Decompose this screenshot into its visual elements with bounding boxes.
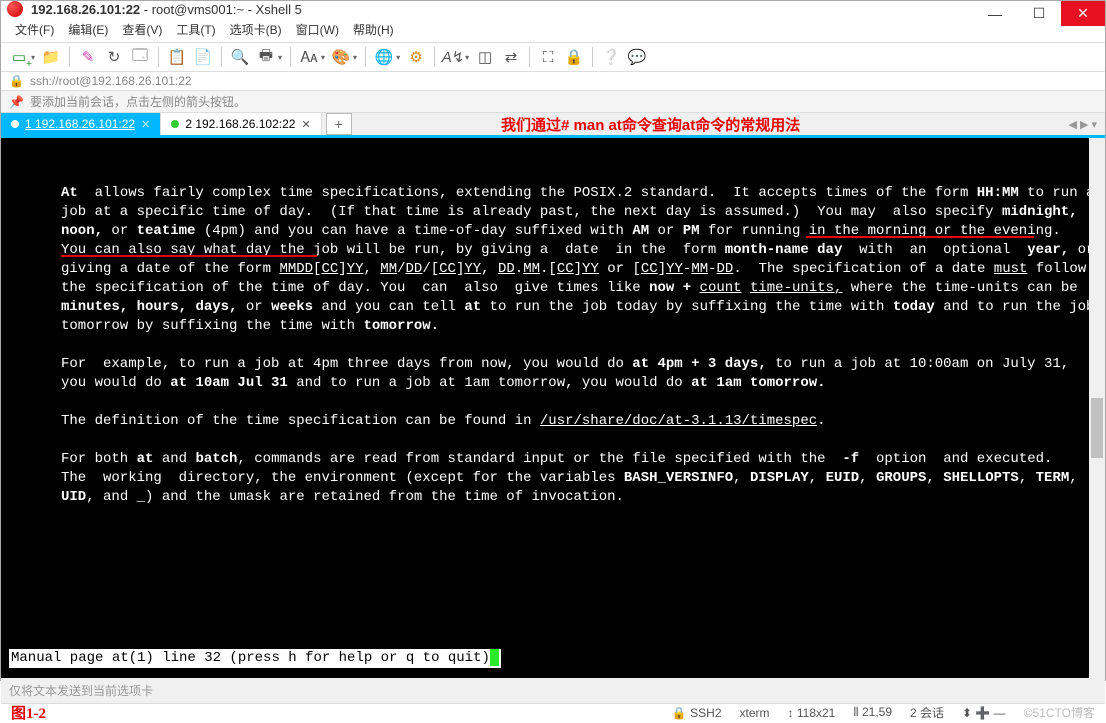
fullscreen-icon[interactable]: ⛶	[536, 45, 560, 69]
tab-label: 1 192.168.26.101:22	[25, 117, 135, 131]
lock-icon[interactable]: 🔒	[562, 45, 586, 69]
protocol-lock-icon: 🔒	[9, 74, 24, 88]
compose-bar[interactable]: 仅将文本发送到当前选项卡	[1, 678, 1105, 703]
figure-label: 图1-2	[11, 702, 46, 723]
window-title: 192.168.26.101:22 - root@vms001:~ - Xshe…	[31, 2, 302, 17]
toolbar: ▭+▾ 📁 ✎ ↻ 🗔 📋 📄 🔍 🖶▾ 🗛▾ 🎨▾ 🌐▾ ⚙ A↯▾ ◫ ⇄ …	[1, 43, 1105, 72]
tip-text: 要添加当前会话，点击左侧的箭头按钮。	[30, 93, 246, 110]
tab-close-icon[interactable]: ✕	[141, 118, 150, 131]
menu-view[interactable]: 查看(V)	[116, 18, 168, 41]
terminal-output[interactable]: At allows fairly complex time specificat…	[1, 138, 1105, 678]
font-icon[interactable]: 🗛	[297, 45, 321, 69]
status-dot-icon	[11, 120, 19, 128]
xftp-icon[interactable]: ⚙	[404, 45, 428, 69]
status-bar: 图1-2 🔒 SSH2 xterm ↕ 118x21 ⦀ 21,59 2 会话 …	[1, 703, 1105, 721]
address-url: ssh://root@192.168.26.101:22	[30, 74, 192, 88]
status-sessions: 2 会话	[910, 704, 944, 721]
menu-help[interactable]: 帮助(H)	[347, 18, 400, 41]
new-session-icon[interactable]: ▭+	[7, 45, 31, 69]
window-titlebar: 192.168.26.101:22 - root@vms001:~ - Xshe…	[1, 1, 1105, 17]
paste-icon[interactable]: 📄	[191, 45, 215, 69]
app-icon	[7, 1, 23, 17]
print-icon[interactable]: 🖶	[254, 45, 278, 69]
reconnect-icon[interactable]: ↻	[102, 45, 126, 69]
cursor	[490, 649, 499, 666]
minimize-button[interactable]: —	[973, 1, 1017, 26]
tab-label: 2 192.168.26.102:22	[185, 117, 295, 131]
copy-icon[interactable]: 📋	[165, 45, 189, 69]
layout-icon[interactable]: ◫	[473, 45, 497, 69]
status-cursor-pos: ⦀ 21,59	[853, 705, 892, 720]
red-underline-2	[61, 255, 317, 257]
maximize-button[interactable]: ☐	[1017, 1, 1061, 26]
status-terminal-type: xterm	[740, 706, 770, 720]
color-icon[interactable]: 🎨	[329, 45, 353, 69]
add-tab-button[interactable]: +	[326, 113, 352, 135]
menu-bar: 文件(F) 编辑(E) 查看(V) 工具(T) 选项卡(B) 窗口(W) 帮助(…	[1, 17, 1105, 43]
red-underline-1	[806, 236, 1034, 238]
tabs-nav[interactable]: ◀ ▶ ▾	[1068, 118, 1097, 131]
status-size: ↕ 118x21	[788, 706, 836, 720]
annotation-text: 我们通过# man at命令查询at命令的常规用法	[501, 114, 800, 135]
encoding-icon[interactable]: 🌐	[372, 45, 396, 69]
watermark: ©51CTO博客	[1024, 704, 1095, 721]
menu-edit[interactable]: 编辑(E)	[62, 18, 114, 41]
tab-close-icon[interactable]: ✕	[301, 118, 310, 131]
tip-bar: 📌 要添加当前会话，点击左侧的箭头按钮。	[1, 91, 1105, 113]
feedback-icon[interactable]: 💬	[625, 45, 649, 69]
address-bar[interactable]: 🔒 ssh://root@192.168.26.101:22	[1, 72, 1105, 91]
highlight-icon[interactable]: ✎	[76, 45, 100, 69]
pin-icon[interactable]: 📌	[9, 95, 24, 109]
session-tabs: 1 192.168.26.101:22 ✕ 2 192.168.26.102:2…	[1, 113, 1105, 138]
menu-file[interactable]: 文件(F)	[9, 18, 60, 41]
font-style-icon[interactable]: A↯	[441, 45, 465, 69]
menu-tabs[interactable]: 选项卡(B)	[224, 18, 288, 41]
status-dot-icon	[171, 120, 179, 128]
tab-session-2[interactable]: 2 192.168.26.102:22 ✕	[161, 113, 321, 135]
help-icon[interactable]: ❔	[599, 45, 623, 69]
pager-status: Manual page at(1) line 32 (press h for h…	[9, 649, 501, 668]
properties-icon[interactable]: 🗔	[128, 45, 152, 69]
status-nav[interactable]: ⬍ ➕ —	[962, 706, 1006, 720]
menu-window[interactable]: 窗口(W)	[290, 18, 345, 41]
status-protocol: 🔒 SSH2	[672, 706, 722, 720]
menu-tools[interactable]: 工具(T)	[170, 18, 221, 41]
terminal-scrollbar[interactable]	[1089, 138, 1105, 678]
scrollbar-thumb[interactable]	[1091, 398, 1103, 458]
compose-placeholder: 仅将文本发送到当前选项卡	[9, 684, 153, 698]
close-button[interactable]: ✕	[1061, 1, 1105, 26]
find-icon[interactable]: 🔍	[228, 45, 252, 69]
tunneling-icon[interactable]: ⇄	[499, 45, 523, 69]
tab-session-1[interactable]: 1 192.168.26.101:22 ✕	[1, 113, 161, 135]
open-icon[interactable]: 📁	[39, 45, 63, 69]
